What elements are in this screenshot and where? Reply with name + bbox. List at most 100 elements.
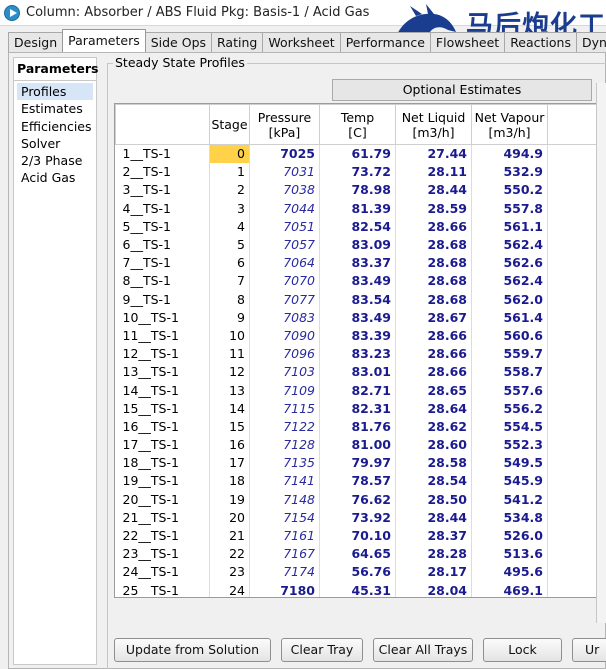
cell-pressure[interactable]: 7141 (249, 471, 320, 491)
cell-stage[interactable]: 23 (209, 562, 250, 581)
cell-temp[interactable]: 81.76 (319, 417, 396, 436)
cell-net-vapour[interactable]: 549.5 (471, 453, 548, 472)
cell-net-liquid[interactable]: 28.11 (395, 162, 472, 181)
tab-reactions[interactable]: Reactions (504, 32, 577, 52)
cell-stage[interactable]: 6 (209, 253, 250, 272)
tab-dynamics[interactable]: Dynam (576, 32, 606, 52)
cell-pressure[interactable]: 7031 (249, 162, 320, 181)
cell-stage[interactable]: 7 (209, 271, 250, 290)
cell-temp[interactable]: 83.01 (319, 362, 396, 381)
cell-temp[interactable]: 56.76 (319, 562, 396, 581)
cell-pressure[interactable]: 7025 (249, 144, 320, 163)
cell-stage[interactable]: 14 (209, 399, 250, 418)
cell-temp[interactable]: 78.57 (319, 471, 396, 491)
cell-temp[interactable]: 78.98 (319, 180, 396, 200)
cell-net-liquid[interactable]: 28.28 (395, 544, 472, 563)
cell-stage[interactable]: 24 (209, 581, 250, 597)
cell-stage[interactable]: 11 (209, 344, 250, 363)
cell-stage[interactable]: 20 (209, 508, 250, 527)
cell-net-vapour[interactable]: 545.9 (471, 471, 548, 491)
cell-net-vapour[interactable]: 562.6 (471, 253, 548, 272)
cell-net-vapour[interactable]: 560.6 (471, 326, 548, 345)
cell-net-vapour[interactable]: 557.6 (471, 380, 548, 400)
cell-net-liquid[interactable]: 28.68 (395, 235, 472, 254)
cell-temp[interactable]: 83.49 (319, 271, 396, 290)
clear-tray-button[interactable]: Clear Tray (281, 638, 363, 662)
cell-net-liquid[interactable]: 28.65 (395, 380, 472, 400)
cell-net-liquid[interactable]: 28.64 (395, 399, 472, 418)
cell-temp[interactable]: 76.62 (319, 490, 396, 509)
cell-pressure[interactable]: 7167 (249, 544, 320, 563)
cell-pressure[interactable]: 7135 (249, 453, 320, 472)
cell-temp[interactable]: 64.65 (319, 544, 396, 563)
sidebar-item-estimates[interactable]: Estimates (17, 100, 93, 117)
cell-stage[interactable]: 3 (209, 199, 250, 218)
cell-net-vapour[interactable]: 513.6 (471, 544, 548, 563)
cell-stage[interactable]: 0 (209, 144, 250, 163)
cell-temp[interactable]: 83.49 (319, 308, 396, 327)
cell-temp[interactable]: 81.39 (319, 199, 396, 218)
cell-net-liquid[interactable]: 28.44 (395, 180, 472, 200)
cell-temp[interactable]: 45.31 (319, 581, 396, 597)
cell-net-vapour[interactable]: 556.2 (471, 399, 548, 418)
cell-temp[interactable]: 82.31 (319, 399, 396, 418)
tab-worksheet[interactable]: Worksheet (262, 32, 341, 52)
cell-net-vapour[interactable]: 495.6 (471, 562, 548, 581)
sidebar-item-profiles[interactable]: Profiles (17, 83, 93, 101)
cell-stage[interactable]: 9 (209, 308, 250, 327)
cell-net-vapour[interactable]: 559.7 (471, 344, 548, 363)
cell-net-liquid[interactable]: 28.54 (395, 471, 472, 491)
cell-net-vapour[interactable]: 550.2 (471, 180, 548, 200)
cell-stage[interactable]: 10 (209, 326, 250, 345)
cell-stage[interactable]: 15 (209, 417, 250, 436)
tab-design[interactable]: Design (8, 32, 64, 52)
cell-pressure[interactable]: 7044 (249, 199, 320, 218)
cell-temp[interactable]: 82.54 (319, 217, 396, 236)
cell-pressure[interactable]: 7038 (249, 180, 320, 200)
cell-net-vapour[interactable]: 532.9 (471, 162, 548, 181)
cell-net-liquid[interactable]: 28.37 (395, 526, 472, 545)
cell-stage[interactable]: 18 (209, 471, 250, 491)
update-from-solution-button[interactable]: Update from Solution (114, 638, 271, 662)
cell-stage[interactable]: 16 (209, 435, 250, 454)
cell-net-vapour[interactable]: 561.1 (471, 217, 548, 236)
cell-pressure[interactable]: 7122 (249, 417, 320, 436)
cell-temp[interactable]: 83.23 (319, 344, 396, 363)
cell-pressure[interactable]: 7180 (249, 581, 320, 597)
cell-pressure[interactable]: 7064 (249, 253, 320, 272)
cell-net-vapour[interactable]: 557.8 (471, 199, 548, 218)
clear-all-trays-button[interactable]: Clear All Trays (373, 638, 473, 662)
cell-pressure[interactable]: 7083 (249, 308, 320, 327)
cell-net-vapour[interactable]: 494.9 (471, 144, 548, 163)
cell-net-vapour[interactable]: 561.4 (471, 308, 548, 327)
cell-net-liquid[interactable]: 28.04 (395, 581, 472, 597)
cell-stage[interactable]: 19 (209, 490, 250, 509)
cell-stage[interactable]: 1 (209, 162, 250, 181)
unlock-button[interactable]: Ur (572, 638, 606, 662)
cell-pressure[interactable]: 7115 (249, 399, 320, 418)
cell-stage[interactable]: 8 (209, 290, 250, 309)
cell-net-liquid[interactable]: 28.59 (395, 199, 472, 218)
cell-stage[interactable]: 21 (209, 526, 250, 545)
cell-stage[interactable]: 22 (209, 544, 250, 563)
cell-temp[interactable]: 79.97 (319, 453, 396, 472)
cell-net-vapour[interactable]: 554.5 (471, 417, 548, 436)
cell-stage[interactable]: 2 (209, 180, 250, 200)
cell-pressure[interactable]: 7174 (249, 562, 320, 581)
cell-net-vapour[interactable]: 552.3 (471, 435, 548, 454)
cell-net-liquid[interactable]: 28.68 (395, 290, 472, 309)
sidebar-item-solver[interactable]: Solver (17, 135, 93, 152)
cell-net-vapour[interactable]: 469.1 (471, 581, 548, 597)
cell-pressure[interactable]: 7148 (249, 490, 320, 509)
lock-button[interactable]: Lock (483, 638, 562, 662)
cell-pressure[interactable]: 7128 (249, 435, 320, 454)
cell-temp[interactable]: 81.00 (319, 435, 396, 454)
cell-net-liquid[interactable]: 28.60 (395, 435, 472, 454)
cell-temp[interactable]: 83.09 (319, 235, 396, 254)
tab-performance[interactable]: Performance (339, 32, 431, 52)
cell-pressure[interactable]: 7070 (249, 271, 320, 290)
cell-net-vapour[interactable]: 534.8 (471, 508, 548, 527)
sidebar-item-efficiencies[interactable]: Efficiencies (17, 118, 93, 135)
cell-pressure[interactable]: 7103 (249, 362, 320, 381)
cell-temp[interactable]: 70.10 (319, 526, 396, 545)
